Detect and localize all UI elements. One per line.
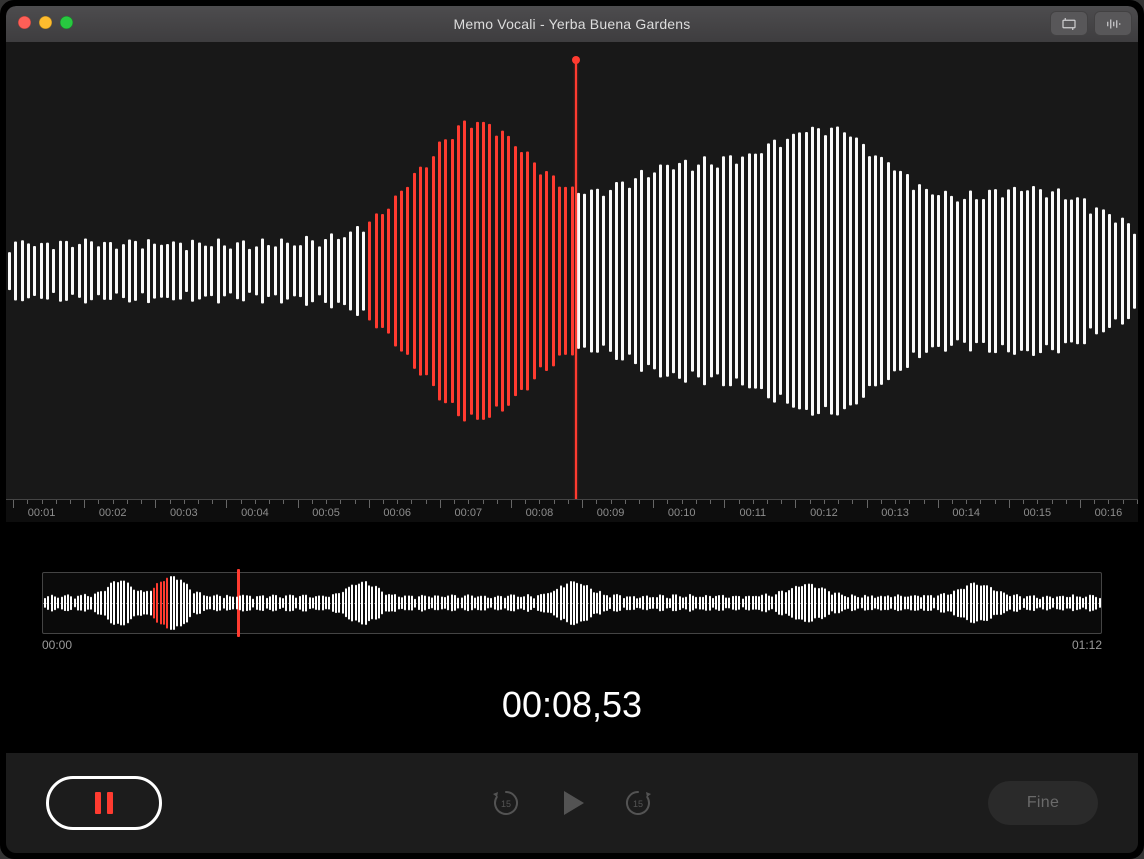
close-window-button[interactable] [18,16,31,29]
timeline-tick-label: 00:10 [668,507,696,519]
play-button[interactable] [554,785,590,821]
overview-labels: 00:00 01:12 [42,638,1102,652]
pause-icon [95,792,113,814]
timeline-tick-label: 00:09 [597,507,625,519]
timeline-tick-label: 00:03 [170,507,198,519]
titlebar: Memo Vocali - Yerba Buena Gardens [6,6,1138,43]
overview-end-label: 01:12 [1072,638,1102,652]
main-waveform[interactable] [6,42,1138,500]
skip-back-button[interactable]: 15 [490,787,522,819]
pause-button[interactable] [46,776,162,830]
timeline-tick-label: 00:16 [1095,507,1123,519]
playhead[interactable] [575,62,577,502]
play-icon [554,785,590,821]
overview-waveform[interactable] [42,572,1102,634]
zoom-window-button[interactable] [60,16,73,29]
timeline-tick-label: 00:11 [739,507,766,519]
minimize-window-button[interactable] [39,16,52,29]
skip-forward-15-icon: 15 [622,787,654,819]
current-time-display: 00:08,53 [6,684,1138,726]
trim-icon [1060,15,1078,33]
timeline-tick-label: 00:14 [952,507,980,519]
timeline-tick-label: 00:02 [99,507,127,519]
done-button-label: Fine [1027,794,1059,812]
timeline-tick-label: 00:08 [526,507,554,519]
controls-bar: 15 15 Fine [6,753,1138,853]
voice-memos-window: Memo Vocali - Yerba Buena Gardens 00:010… [6,6,1138,853]
toolbar-right [1050,11,1132,36]
window-title: Memo Vocali - Yerba Buena Gardens [6,16,1138,32]
done-button[interactable]: Fine [988,781,1098,825]
timeline-tick-label: 00:13 [881,507,909,519]
timeline-tick-label: 00:01 [28,507,56,519]
equalizer-icon [1104,15,1122,33]
timeline-tick-label: 00:15 [1024,507,1052,519]
playback-controls: 15 15 [490,785,654,821]
svg-text:15: 15 [501,799,511,809]
main-waveform-area[interactable]: 00:01 00:02 00:03 00:04 00:05 00:06 00:07 00:08… [6,42,1138,522]
trim-button[interactable] [1050,11,1088,36]
levels-button[interactable] [1094,11,1132,36]
timeline-tick-label: 00:05 [312,507,340,519]
skip-back-15-icon: 15 [490,787,522,819]
timeline-tick-label: 00:12 [810,507,838,519]
overview-centerline [43,603,1101,604]
timeline-ruler[interactable]: 00:01 00:02 00:03 00:04 00:05 00:06 00:07 00:08… [6,499,1138,522]
window-controls [18,16,73,29]
timeline-tick-label: 00:07 [455,507,483,519]
timeline-tick-label: 00:04 [241,507,269,519]
timeline-tick-label: 00:06 [383,507,411,519]
skip-forward-button[interactable]: 15 [622,787,654,819]
svg-text:15: 15 [633,799,643,809]
overview-start-label: 00:00 [42,638,72,652]
